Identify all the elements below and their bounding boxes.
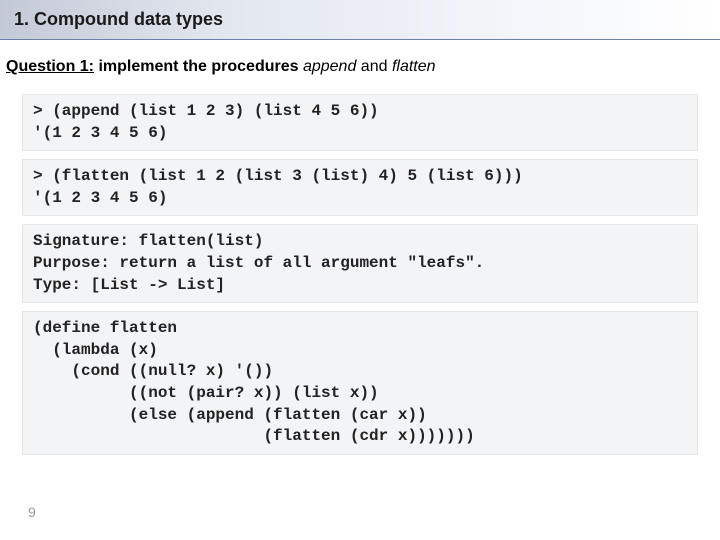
code-block-definition: (define flatten (lambda (x) (cond ((null…: [22, 311, 698, 455]
question-text-1: implement the procedures: [94, 58, 303, 75]
code-block-append: > (append (list 1 2 3) (list 4 5 6)) '(1…: [22, 94, 698, 151]
page-number: 9: [28, 504, 36, 520]
proc-append: append: [303, 58, 356, 75]
code-block-flatten-call: > (flatten (list 1 2 (list 3 (list) 4) 5…: [22, 159, 698, 216]
proc-flatten: flatten: [392, 58, 436, 75]
question-text-2: and: [356, 58, 392, 75]
code-block-signature: Signature: flatten(list) Purpose: return…: [22, 224, 698, 303]
title-bar: 1. Compound data types: [0, 0, 720, 40]
question-label: Question 1:: [6, 58, 94, 75]
question-line: Question 1: implement the procedures app…: [0, 40, 720, 86]
page-title: 1. Compound data types: [14, 9, 223, 30]
